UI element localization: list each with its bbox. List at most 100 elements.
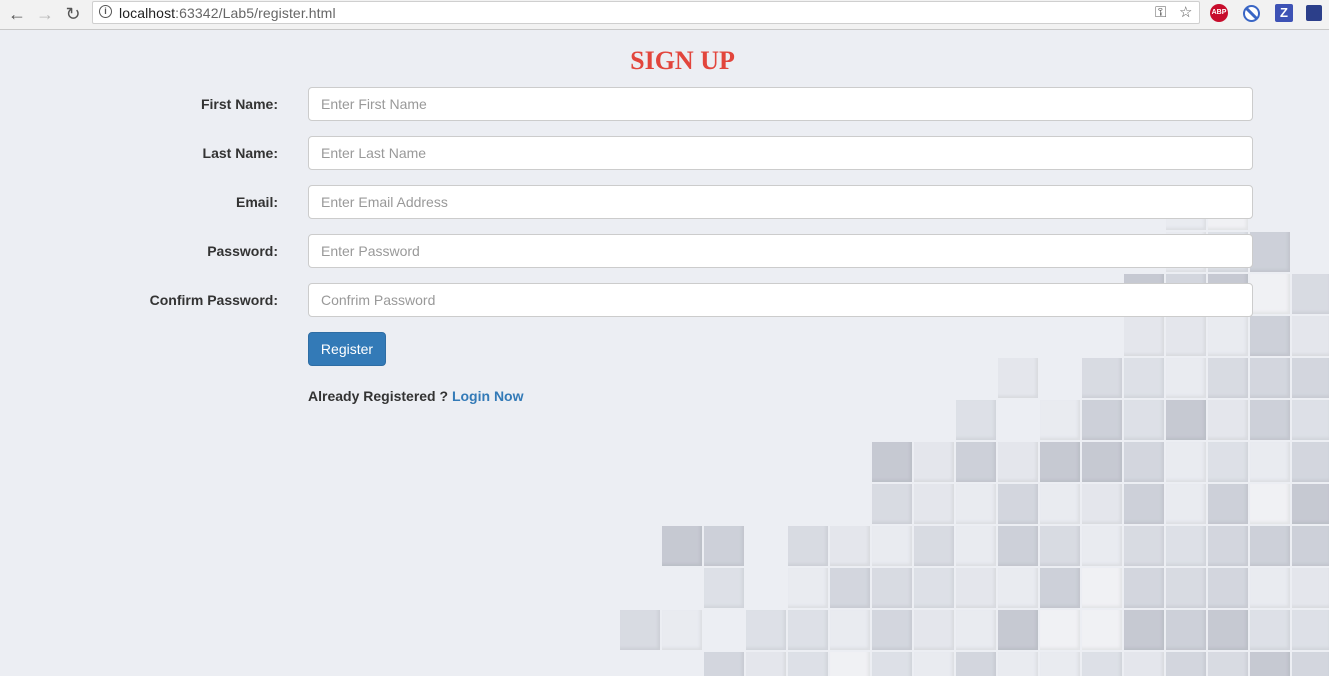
background-cube	[998, 610, 1038, 650]
already-registered-text: Already Registered ? Login Now	[308, 388, 524, 404]
info-icon[interactable]: i	[99, 5, 112, 18]
background-cube	[788, 568, 828, 608]
background-cube	[788, 610, 828, 650]
z-extension-icon[interactable]: Z	[1275, 4, 1293, 22]
background-cube	[662, 610, 702, 650]
background-cube	[746, 652, 786, 676]
background-cube	[998, 484, 1038, 524]
background-cube	[1250, 316, 1290, 356]
background-cube	[1292, 274, 1329, 314]
star-icon[interactable]: ☆	[1179, 4, 1192, 22]
background-cube	[1082, 610, 1122, 650]
login-now-link[interactable]: Login Now	[452, 388, 524, 404]
background-cube	[956, 610, 996, 650]
back-arrow-icon[interactable]: ←	[6, 3, 28, 25]
first-name-input[interactable]	[308, 87, 1253, 121]
background-cube	[998, 652, 1038, 676]
background-cube	[1208, 400, 1248, 440]
email-input[interactable]	[308, 185, 1253, 219]
address-bar[interactable]: i localhost:63342/Lab5/register.html ⚿ ☆	[92, 1, 1200, 24]
background-cube	[1124, 610, 1164, 650]
background-pattern	[0, 30, 1329, 676]
browser-toolbar: ← → ↻ i localhost:63342/Lab5/register.ht…	[0, 0, 1329, 30]
background-cube	[872, 484, 912, 524]
background-cube	[1208, 526, 1248, 566]
background-cube	[1082, 358, 1122, 398]
forward-arrow-icon[interactable]: →	[34, 3, 56, 25]
background-cube	[914, 484, 954, 524]
background-cube	[1208, 652, 1248, 676]
background-cube	[1292, 652, 1329, 676]
background-cube	[830, 652, 870, 676]
background-cube	[704, 568, 744, 608]
background-cube	[1250, 358, 1290, 398]
background-cube	[1124, 652, 1164, 676]
last-name-input[interactable]	[308, 136, 1253, 170]
url-host: localhost	[119, 5, 176, 21]
background-cube	[1166, 442, 1206, 482]
background-cube	[1166, 526, 1206, 566]
background-cube	[914, 610, 954, 650]
background-cube	[830, 610, 870, 650]
background-cube	[1250, 442, 1290, 482]
background-cube	[1208, 484, 1248, 524]
password-input[interactable]	[308, 234, 1253, 268]
background-cube	[1250, 484, 1290, 524]
reload-icon[interactable]: ↻	[62, 3, 84, 25]
background-cube	[1040, 568, 1080, 608]
background-cube	[620, 610, 660, 650]
background-cube	[830, 568, 870, 608]
background-cube	[1250, 526, 1290, 566]
adblock-extension-icon[interactable]: ABP	[1210, 4, 1228, 22]
background-cube	[1166, 484, 1206, 524]
background-cube	[872, 652, 912, 676]
already-registered-label: Already Registered ?	[308, 388, 449, 404]
register-button[interactable]: Register	[308, 332, 386, 366]
background-cube	[1250, 610, 1290, 650]
background-cube	[1166, 400, 1206, 440]
background-cube	[1208, 610, 1248, 650]
background-cube	[788, 526, 828, 566]
background-cube	[1292, 526, 1329, 566]
background-cube	[1082, 652, 1122, 676]
background-cube	[956, 526, 996, 566]
background-cube	[1250, 400, 1290, 440]
background-cube	[1124, 526, 1164, 566]
background-cube	[872, 442, 912, 482]
url-text: localhost:63342/Lab5/register.html	[119, 5, 336, 21]
background-cube	[1292, 610, 1329, 650]
background-cube	[1124, 442, 1164, 482]
background-cube	[1040, 652, 1080, 676]
background-cube	[956, 568, 996, 608]
background-cube	[788, 652, 828, 676]
background-cube	[1292, 400, 1329, 440]
background-cube	[956, 484, 996, 524]
background-cube	[1124, 316, 1164, 356]
extension-icon[interactable]	[1306, 5, 1322, 21]
background-cube	[1250, 568, 1290, 608]
background-cube	[914, 652, 954, 676]
background-cube	[1292, 316, 1329, 356]
background-cube	[914, 526, 954, 566]
background-cube	[1166, 358, 1206, 398]
page-title: SIGN UP	[630, 46, 735, 75]
background-cube	[998, 526, 1038, 566]
block-extension-icon[interactable]	[1243, 5, 1260, 22]
password-label: Password:	[207, 243, 278, 259]
background-cube	[1124, 358, 1164, 398]
background-cube	[1166, 316, 1206, 356]
background-cube	[1166, 610, 1206, 650]
background-cube	[1292, 442, 1329, 482]
background-cube	[1124, 484, 1164, 524]
background-cube	[872, 526, 912, 566]
background-cube	[1208, 568, 1248, 608]
background-cube	[1040, 526, 1080, 566]
email-label: Email:	[235, 194, 278, 210]
key-icon[interactable]: ⚿	[1155, 4, 1166, 22]
background-cube	[1292, 568, 1329, 608]
confirm-password-input[interactable]	[308, 283, 1253, 317]
background-cube	[998, 568, 1038, 608]
background-cube	[830, 526, 870, 566]
background-cube	[1082, 526, 1122, 566]
background-cube	[1124, 568, 1164, 608]
